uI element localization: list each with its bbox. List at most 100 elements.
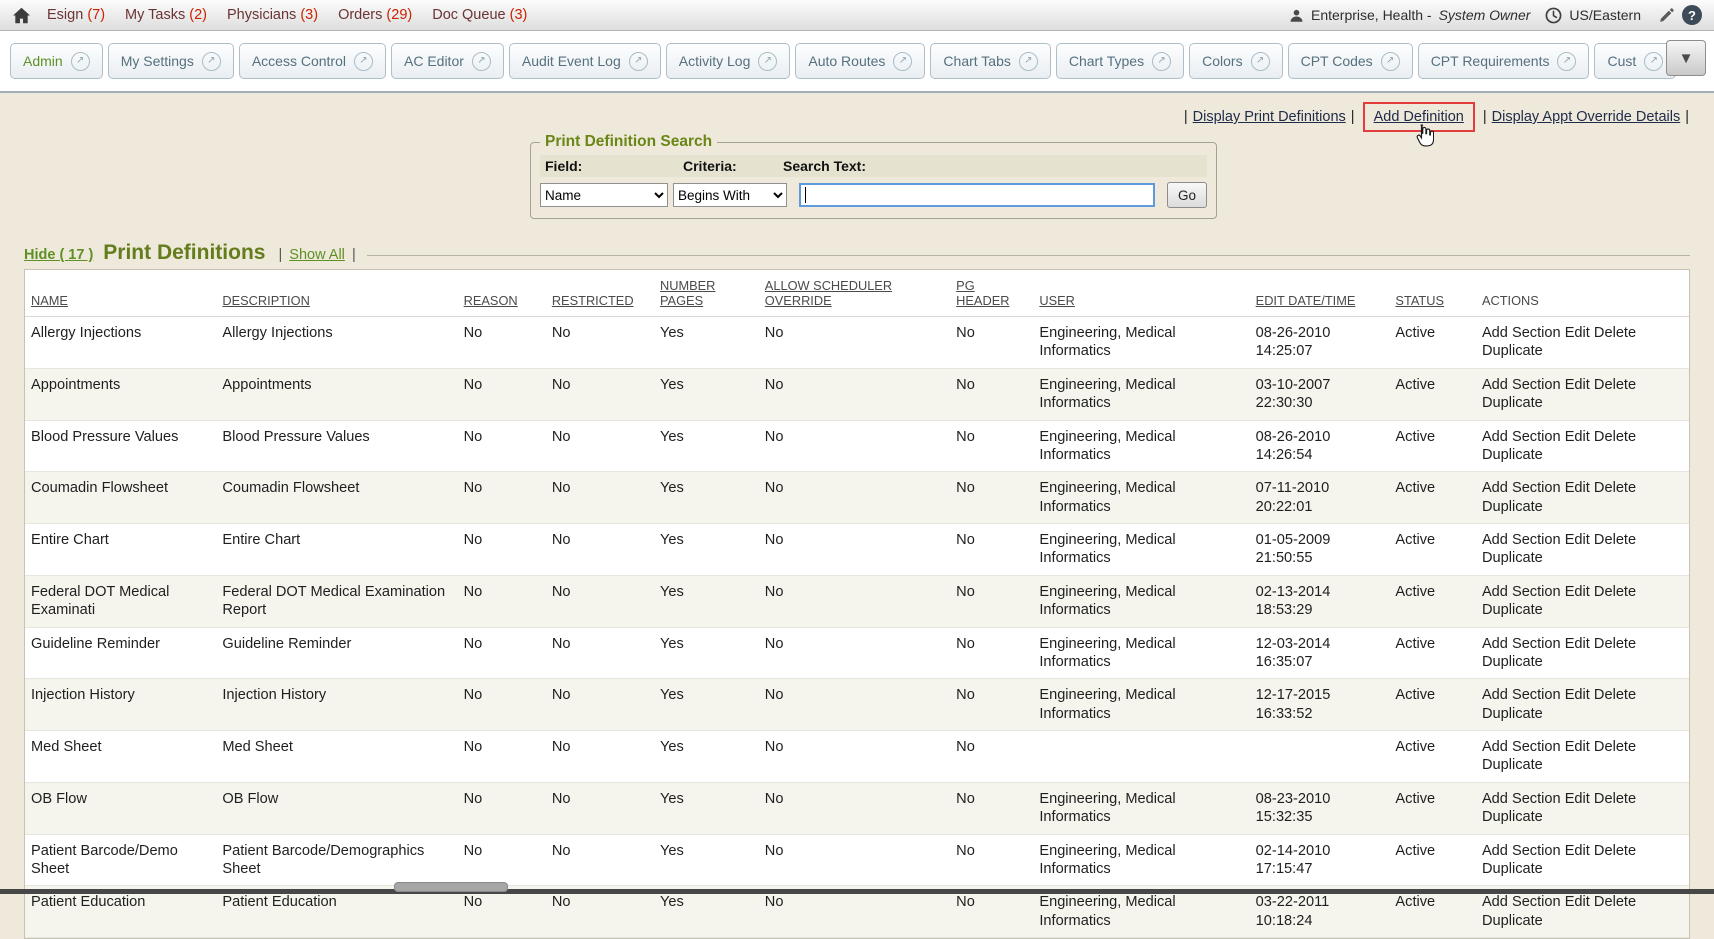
- topnav-item-doc-queue[interactable]: Doc Queue (3): [432, 7, 527, 23]
- action-delete-link[interactable]: Delete: [1594, 843, 1636, 859]
- action-duplicate-link[interactable]: Duplicate: [1482, 550, 1543, 566]
- col-header-name[interactable]: NAME: [25, 270, 216, 317]
- action-duplicate-link[interactable]: Duplicate: [1482, 447, 1543, 463]
- action-edit-link[interactable]: Edit: [1565, 843, 1590, 859]
- action-add-section-link[interactable]: Add Section: [1482, 791, 1561, 807]
- action-edit-link[interactable]: Edit: [1565, 894, 1590, 910]
- col-header-user[interactable]: USER: [1033, 270, 1249, 317]
- tab-admin[interactable]: Admin↗: [10, 43, 103, 79]
- tab-chart-tabs[interactable]: Chart Tabs↗: [930, 43, 1050, 79]
- action-duplicate-link[interactable]: Duplicate: [1482, 395, 1543, 411]
- tab-ac-editor[interactable]: AC Editor↗: [391, 43, 504, 79]
- topnav-item-esign[interactable]: Esign (7): [47, 7, 105, 23]
- tab-chart-types[interactable]: Chart Types↗: [1056, 43, 1184, 79]
- popout-icon[interactable]: ↗: [354, 52, 373, 71]
- topnav-item-physicians[interactable]: Physicians (3): [227, 7, 318, 23]
- col-header-allow-scheduler-override[interactable]: ALLOW SCHEDULER OVERRIDE: [759, 270, 950, 317]
- action-delete-link[interactable]: Delete: [1594, 687, 1636, 703]
- tab-scroll-down-button[interactable]: ▼: [1666, 40, 1706, 76]
- popout-icon[interactable]: ↗: [1152, 52, 1171, 71]
- action-add-section-link[interactable]: Add Section: [1482, 739, 1561, 755]
- action-edit-link[interactable]: Edit: [1565, 791, 1590, 807]
- popout-icon[interactable]: ↗: [71, 52, 90, 71]
- action-edit-link[interactable]: Edit: [1565, 325, 1590, 341]
- col-header-pg-header[interactable]: PG HEADER: [950, 270, 1033, 317]
- action-duplicate-link[interactable]: Duplicate: [1482, 654, 1543, 670]
- topnav-item-my-tasks[interactable]: My Tasks (2): [125, 7, 207, 23]
- action-duplicate-link[interactable]: Duplicate: [1482, 809, 1543, 825]
- tab-audit-event-log[interactable]: Audit Event Log↗: [509, 43, 661, 79]
- col-header-number-pages[interactable]: NUMBER PAGES: [654, 270, 759, 317]
- action-delete-link[interactable]: Delete: [1594, 377, 1636, 393]
- action-edit-link[interactable]: Edit: [1565, 584, 1590, 600]
- criteria-select[interactable]: Begins With: [673, 183, 787, 207]
- popout-icon[interactable]: ↗: [1019, 52, 1038, 71]
- action-delete-link[interactable]: Delete: [1594, 532, 1636, 548]
- hide-link[interactable]: Hide ( 17 ): [24, 247, 93, 263]
- action-duplicate-link[interactable]: Duplicate: [1482, 499, 1543, 515]
- action-edit-link[interactable]: Edit: [1565, 636, 1590, 652]
- action-add-section-link[interactable]: Add Section: [1482, 377, 1561, 393]
- action-delete-link[interactable]: Delete: [1594, 429, 1636, 445]
- popout-icon[interactable]: ↗: [1251, 52, 1270, 71]
- action-duplicate-link[interactable]: Duplicate: [1482, 913, 1543, 929]
- popout-icon[interactable]: ↗: [1381, 52, 1400, 71]
- col-header-edit-date-time[interactable]: EDIT DATE/TIME: [1250, 270, 1390, 317]
- tab-colors[interactable]: Colors↗: [1189, 43, 1282, 79]
- action-edit-link[interactable]: Edit: [1565, 739, 1590, 755]
- horizontal-scrollbar-thumb[interactable]: [394, 882, 508, 892]
- help-icon[interactable]: ?: [1682, 5, 1702, 25]
- popout-icon[interactable]: ↗: [1644, 52, 1663, 71]
- action-add-section-link[interactable]: Add Section: [1482, 325, 1561, 341]
- popout-icon[interactable]: ↗: [472, 52, 491, 71]
- search-text-input[interactable]: [799, 183, 1155, 207]
- col-header-status[interactable]: STATUS: [1389, 270, 1476, 317]
- action-duplicate-link[interactable]: Duplicate: [1482, 343, 1543, 359]
- display-print-definitions-link[interactable]: Display Print Definitions: [1193, 109, 1346, 125]
- tab-my-settings[interactable]: My Settings↗: [108, 43, 234, 79]
- tab-cust[interactable]: Cust↗: [1594, 43, 1676, 79]
- action-edit-link[interactable]: Edit: [1565, 532, 1590, 548]
- home-button[interactable]: [12, 7, 31, 24]
- action-edit-link[interactable]: Edit: [1565, 480, 1590, 496]
- show-all-link[interactable]: Show All: [289, 247, 345, 263]
- action-duplicate-link[interactable]: Duplicate: [1482, 757, 1543, 773]
- col-header-restricted[interactable]: RESTRICTED: [546, 270, 654, 317]
- action-add-section-link[interactable]: Add Section: [1482, 843, 1561, 859]
- tab-cpt-requirements[interactable]: CPT Requirements↗: [1418, 43, 1590, 79]
- tab-auto-routes[interactable]: Auto Routes↗: [795, 43, 925, 79]
- topnav-item-orders[interactable]: Orders (29): [338, 7, 412, 23]
- action-duplicate-link[interactable]: Duplicate: [1482, 861, 1543, 877]
- action-add-section-link[interactable]: Add Section: [1482, 532, 1561, 548]
- go-button[interactable]: Go: [1167, 182, 1207, 208]
- popout-icon[interactable]: ↗: [758, 52, 777, 71]
- field-select[interactable]: Name: [540, 183, 668, 207]
- action-add-section-link[interactable]: Add Section: [1482, 687, 1561, 703]
- col-header-description[interactable]: DESCRIPTION: [216, 270, 457, 317]
- action-delete-link[interactable]: Delete: [1594, 480, 1636, 496]
- action-add-section-link[interactable]: Add Section: [1482, 584, 1561, 600]
- action-edit-link[interactable]: Edit: [1565, 687, 1590, 703]
- col-header-reason[interactable]: REASON: [458, 270, 546, 317]
- tab-cpt-codes[interactable]: CPT Codes↗: [1288, 43, 1413, 79]
- action-delete-link[interactable]: Delete: [1594, 894, 1636, 910]
- action-add-section-link[interactable]: Add Section: [1482, 480, 1561, 496]
- popout-icon[interactable]: ↗: [893, 52, 912, 71]
- add-definition-link[interactable]: Add Definition: [1374, 109, 1464, 125]
- action-delete-link[interactable]: Delete: [1594, 636, 1636, 652]
- action-duplicate-link[interactable]: Duplicate: [1482, 602, 1543, 618]
- tab-activity-log[interactable]: Activity Log↗: [666, 43, 791, 79]
- action-edit-link[interactable]: Edit: [1565, 429, 1590, 445]
- action-delete-link[interactable]: Delete: [1594, 791, 1636, 807]
- action-add-section-link[interactable]: Add Section: [1482, 894, 1561, 910]
- display-appt-override-details-link[interactable]: Display Appt Override Details: [1492, 109, 1681, 125]
- action-add-section-link[interactable]: Add Section: [1482, 636, 1561, 652]
- edit-pencil-icon[interactable]: [1658, 7, 1675, 24]
- tab-access-control[interactable]: Access Control↗: [239, 43, 386, 79]
- popout-icon[interactable]: ↗: [629, 52, 648, 71]
- action-delete-link[interactable]: Delete: [1594, 584, 1636, 600]
- action-edit-link[interactable]: Edit: [1565, 377, 1590, 393]
- popout-icon[interactable]: ↗: [1557, 52, 1576, 71]
- action-duplicate-link[interactable]: Duplicate: [1482, 706, 1543, 722]
- action-delete-link[interactable]: Delete: [1594, 739, 1636, 755]
